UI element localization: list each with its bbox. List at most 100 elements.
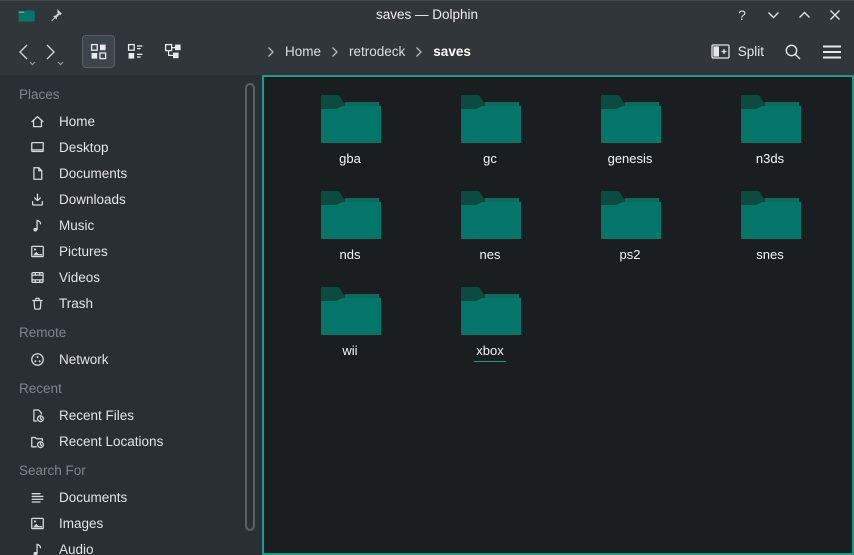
forward-button[interactable] [42,36,60,68]
sidebar-item-label: Documents [59,490,127,505]
folder-item-xbox[interactable]: xbox [420,284,560,380]
folder-item-n3ds[interactable]: n3ds [700,92,840,188]
folder-item-wii[interactable]: wii [280,284,420,380]
text-lines-icon [29,489,46,506]
forward-history-dropdown-icon [57,61,64,66]
places-panel: Places Home Desktop Documents Downloads … [0,75,262,555]
folder-label: nes [478,247,503,266]
tree-view-button[interactable] [156,35,189,68]
breadcrumb-item-retrodeck[interactable]: retrodeck [345,42,409,61]
folder-item-ps2[interactable]: ps2 [560,188,700,284]
sidebar-item-label: Trash [59,296,93,311]
minimize-button[interactable] [762,5,784,25]
folder-item-genesis[interactable]: genesis [560,92,700,188]
sidebar-item-label: Network [59,352,109,367]
music-note-icon [29,541,46,555]
folder-icon [599,93,661,145]
folder-label: ps2 [618,247,643,266]
sidebar-item-label: Documents [59,166,127,181]
folder-label: genesis [606,151,655,170]
sidebar-item-music[interactable]: Music [0,212,262,238]
folder-view[interactable]: gba gc genesis n3ds nds nes [262,75,854,555]
folder-icon [599,189,661,241]
folder-icon [319,285,381,337]
sidebar-item-search-audio[interactable]: Audio [0,536,262,555]
close-button[interactable] [824,5,846,25]
section-header-places: Places [0,82,262,108]
desktop-icon [29,139,46,156]
back-button[interactable] [14,36,32,68]
sidebar-item-search-documents[interactable]: Documents [0,484,262,510]
icons-view-button[interactable] [82,35,115,68]
sidebar-item-label: Videos [59,270,100,285]
split-button[interactable]: Split [711,44,764,59]
sidebar-item-label: Recent Files [59,408,134,423]
section-header-recent: Recent [0,376,262,402]
sidebar-item-label: Desktop [59,140,109,155]
details-view-icon [127,43,144,60]
sidebar-item-label: Recent Locations [59,434,163,449]
back-history-dropdown-icon [29,61,36,66]
sidebar-item-search-images[interactable]: Images [0,510,262,536]
pin-icon[interactable] [49,8,63,22]
folder-item-nds[interactable]: nds [280,188,420,284]
folder-item-gc[interactable]: gc [420,92,560,188]
maximize-button[interactable] [793,5,815,25]
titlebar: saves — Dolphin ? [0,0,854,28]
sidebar-item-label: Pictures [59,244,108,259]
sidebar-item-label: Downloads [59,192,126,207]
download-icon [29,191,46,208]
folder-label: wii [340,343,359,362]
breadcrumb-item-saves[interactable]: saves [429,42,475,61]
music-note-icon [29,217,46,234]
chevron-right-icon [415,46,423,58]
folder-label: n3ds [754,151,786,170]
sidebar-item-desktop[interactable]: Desktop [0,134,262,160]
chevron-right-icon [267,46,275,58]
sidebar-item-home[interactable]: Home [0,108,262,134]
sidebar-item-trash[interactable]: Trash [0,290,262,316]
folder-item-gba[interactable]: gba [280,92,420,188]
split-view-icon [711,44,730,59]
folder-label: nds [338,247,363,266]
search-button[interactable] [784,43,802,61]
image-icon [29,515,46,532]
sidebar-item-pictures[interactable]: Pictures [0,238,262,264]
folder-icon [319,93,381,145]
folder-label: xbox [474,343,505,362]
sidebar-item-videos[interactable]: Videos [0,264,262,290]
toolbar: Home retrodeck saves Split [0,28,854,75]
folder-icon [319,189,381,241]
recent-locations-icon [29,433,46,450]
help-button[interactable]: ? [731,5,753,25]
folder-label: gba [337,151,363,170]
folder-item-snes[interactable]: snes [700,188,840,284]
sidebar-item-downloads[interactable]: Downloads [0,186,262,212]
menu-button[interactable] [822,45,842,59]
folder-grid: gba gc genesis n3ds nds nes [264,77,852,380]
folder-item-nes[interactable]: nes [420,188,560,284]
network-icon [29,351,46,368]
folder-label: gc [481,151,499,170]
breadcrumb-item-home[interactable]: Home [281,42,325,61]
sidebar-item-documents[interactable]: Documents [0,160,262,186]
trash-icon [29,295,46,312]
sidebar-scrollbar[interactable] [245,83,255,531]
document-icon [29,165,46,182]
details-view-button[interactable] [119,35,152,68]
split-label: Split [738,44,764,59]
sidebar-item-recent-files[interactable]: Recent Files [0,402,262,428]
folder-icon [739,93,801,145]
folder-icon [459,189,521,241]
chevron-right-icon [331,46,339,58]
hamburger-menu-icon [822,45,842,59]
sidebar-item-label: Home [59,114,95,129]
sidebar-item-recent-locations[interactable]: Recent Locations [0,428,262,454]
sidebar-item-label: Music [59,218,94,233]
breadcrumb: Home retrodeck saves [267,42,475,61]
window-title: saves — Dolphin [0,7,854,22]
sidebar-item-network[interactable]: Network [0,346,262,372]
folder-icon [739,189,801,241]
section-header-remote: Remote [0,320,262,346]
recent-files-icon [29,407,46,424]
